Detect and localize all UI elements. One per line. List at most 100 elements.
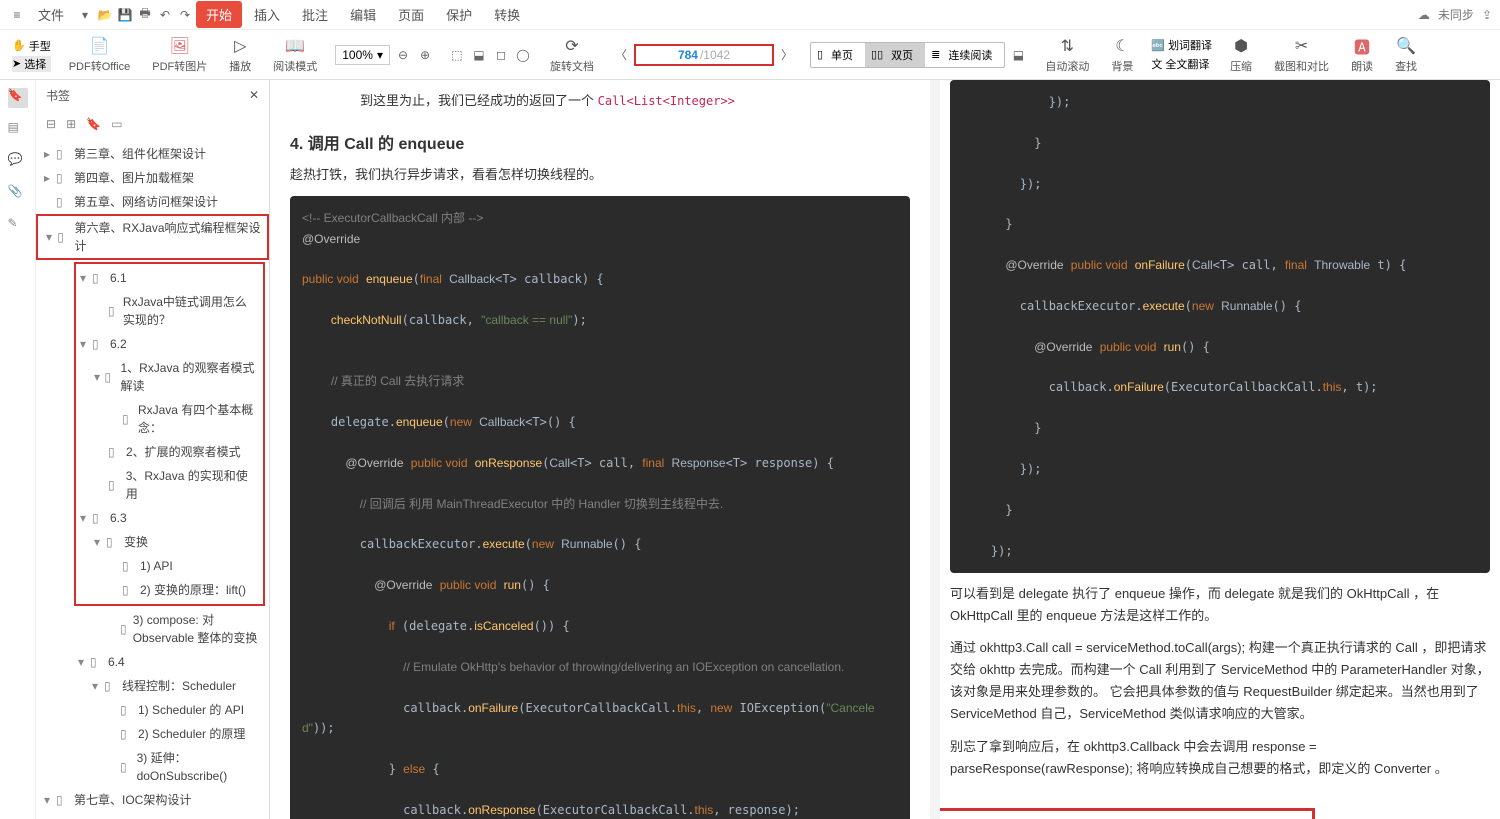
next-page-icon[interactable]: 〉 (778, 46, 796, 64)
attachment-rail-icon[interactable]: 📎 (8, 184, 28, 204)
bm-64b[interactable]: ▯1) Scheduler 的 API (36, 698, 269, 722)
comment-rail-icon[interactable]: 💬 (8, 152, 28, 172)
select-tool[interactable]: ➤ 选择 (12, 56, 51, 72)
bm-63[interactable]: ▾▯6.3 (76, 506, 263, 530)
intro-line: 到这里为止，我们已经成功的返回了一个 (360, 93, 598, 108)
bm-62a[interactable]: ▾▯1、RxJava 的观察者模式解读 (76, 356, 263, 398)
open-icon[interactable]: 📂 (96, 6, 114, 24)
code-block-right: }); } }); } @Override public void onFail… (950, 80, 1490, 573)
menu-file[interactable]: 文件 (28, 1, 74, 28)
toolbar: ✋ 手型 ➤ 选择 📄PDF转Office 🖼PDF转图片 ▷播放 📖阅读模式 … (0, 30, 1500, 80)
outline-icon[interactable]: ▭ (111, 117, 122, 131)
sign-rail-icon[interactable]: ✎ (8, 216, 28, 236)
bm-63b[interactable]: ▯1) API (76, 554, 263, 578)
menu-convert[interactable]: 转换 (484, 1, 530, 28)
code-block-left: <!-- ExecutorCallbackCall 内部 --> @Overri… (290, 196, 910, 819)
screenshot[interactable]: ✂截图和对比 (1270, 34, 1333, 76)
bm-64d[interactable]: ▯3) 延伸：doOnSubscribe() (36, 746, 269, 788)
pdf-to-image[interactable]: 🖼PDF转图片 (148, 34, 211, 76)
menu-start[interactable]: 开始 (196, 1, 242, 28)
dropdown-icon[interactable]: ▾ (76, 6, 94, 24)
bookmark-rail-icon[interactable]: 🔖 (8, 88, 28, 108)
read-aloud[interactable]: 🅰朗读 (1347, 34, 1377, 76)
actualsize-icon[interactable]: ◻ (492, 46, 510, 64)
thumbnail-rail-icon[interactable]: ▤ (8, 120, 28, 140)
bm-61[interactable]: ▾▯6.1 (76, 266, 263, 290)
page-total: /1042 (700, 48, 730, 62)
fit-width-icon[interactable]: ⬓ (470, 46, 488, 64)
chapter-title-box: 第六章、RXJava 响应式编程框架设计 (940, 808, 1315, 819)
rotate[interactable]: ⟳旋转文档 (546, 34, 598, 76)
hand-tool[interactable]: ✋ 手型 (12, 38, 51, 54)
full-translate[interactable]: 文全文翻译 (1151, 56, 1212, 72)
page-indicator[interactable]: 784 /1042 (634, 44, 774, 66)
bm-64c[interactable]: ▯2) Scheduler 的原理 (36, 722, 269, 746)
pdf-to-office[interactable]: 📄PDF转Office (65, 34, 135, 76)
hamburger-icon[interactable]: ≡ (8, 6, 26, 24)
close-bookmarks-icon[interactable]: ✕ (249, 88, 259, 102)
bm-63c[interactable]: ▯2) 变换的原理：lift() (76, 578, 263, 602)
bm-ch4[interactable]: ▸▯第四章、图片加载框架 (36, 166, 269, 190)
add-bookmark-icon[interactable]: 🔖 (86, 117, 101, 131)
right-para3: 别忘了拿到响应后，在 okhttp3.Callback 中会去调用 respon… (950, 736, 1490, 780)
zoom-in-icon[interactable]: ⊕ (416, 46, 434, 64)
print-icon[interactable]: 🖶 (136, 6, 154, 24)
bm-63a[interactable]: ▾▯变换 (76, 530, 263, 554)
bm-ch6[interactable]: ▾▯第六章、RXJava响应式编程框架设计 (36, 214, 269, 260)
collapse-all-icon[interactable]: ⊟ (46, 117, 56, 131)
bm-62b[interactable]: ▯RxJava 有四个基本概念： (76, 398, 263, 440)
compress[interactable]: ⬢压缩 (1226, 34, 1256, 76)
fit-page-icon[interactable]: ⬚ (448, 46, 466, 64)
doc-heading: 4. 调用 Call 的 enqueue (290, 130, 910, 154)
cloud-icon[interactable]: ☁ (1418, 8, 1430, 22)
doc-para1: 趁热打铁，我们执行异步请求，看看怎样切换线程的。 (290, 164, 910, 186)
read-mode[interactable]: 📖阅读模式 (269, 34, 321, 76)
intro-code: Call<List<Integer>> (598, 94, 735, 108)
page-current: 784 (678, 48, 698, 62)
menu-bar: ≡ 文件 ▾ 📂 💾 🖶 ↶ ↷ 开始 插入 批注 编辑 页面 保护 转换 ☁ … (0, 0, 1500, 30)
page-left: 到这里为止，我们已经成功的返回了一个 Call<List<Integer>> 4… (270, 80, 930, 819)
bm-71[interactable]: ▾▯7.1 (36, 812, 269, 819)
auto-scroll[interactable]: ⇅自动滚动 (1041, 34, 1093, 76)
bm-ch3[interactable]: ▸▯第三章、组件化框架设计 (36, 142, 269, 166)
bm-62c[interactable]: ▯2、扩展的观察者模式 (76, 440, 263, 464)
zoom-level[interactable]: 100% ▾ (335, 45, 390, 65)
menu-edit[interactable]: 编辑 (340, 1, 386, 28)
menu-page[interactable]: 页面 (388, 1, 434, 28)
find[interactable]: 🔍查找 (1391, 34, 1421, 76)
right-para2: 通过 okhttp3.Call call = serviceMethod.toC… (950, 637, 1490, 725)
word-translate[interactable]: 🔤划词翻译 (1151, 37, 1212, 53)
zoom-out-icon[interactable]: ⊖ (394, 46, 412, 64)
menu-protect[interactable]: 保护 (436, 1, 482, 28)
bm-62d[interactable]: ▯3、RxJava 的实现和使用 (76, 464, 263, 506)
document-content: 到这里为止，我们已经成功的返回了一个 Call<List<Integer>> 4… (270, 80, 1500, 819)
bm-62[interactable]: ▾▯6.2 (76, 332, 263, 356)
share-icon[interactable]: ⇪ (1482, 8, 1492, 22)
expand-all-icon[interactable]: ⊞ (66, 117, 76, 131)
menu-insert[interactable]: 插入 (244, 1, 290, 28)
bm-ch7[interactable]: ▾▯第七章、IOC架构设计 (36, 788, 269, 812)
bookmarks-panel: 书签 ✕ ⊟ ⊞ 🔖 ▭ ▸▯第三章、组件化框架设计 ▸▯第四章、图片加载框架 … (36, 80, 270, 819)
side-rail: 🔖 ▤ 💬 📎 ✎ (0, 80, 36, 819)
continuous-read[interactable]: ≣连续阅读 (925, 43, 1004, 67)
redo-icon[interactable]: ↷ (176, 6, 194, 24)
prev-page-icon[interactable]: 〈 (612, 46, 630, 64)
undo-icon[interactable]: ↶ (156, 6, 174, 24)
save-icon[interactable]: 💾 (116, 6, 134, 24)
background[interactable]: ☾背景 (1107, 34, 1137, 76)
layout-more-icon[interactable]: ⬓ (1009, 46, 1027, 64)
bm-63d[interactable]: ▯3) compose: 对 Observable 整体的变换 (36, 608, 269, 650)
marquee-icon[interactable]: ◯ (514, 46, 532, 64)
sync-status: 未同步 (1438, 6, 1474, 23)
single-page[interactable]: ▯单页 (811, 43, 865, 67)
bm-ch5[interactable]: ▯第五章、网络访问框架设计 (36, 190, 269, 214)
bm-64[interactable]: ▾▯6.4 (36, 650, 269, 674)
play-button[interactable]: ▷播放 (225, 34, 255, 76)
layout-toggle: ▯单页 ▯▯双页 ≣连续阅读 (810, 42, 1005, 68)
bm-61a[interactable]: ▯RxJava中链式调用怎么实现的？ (76, 290, 263, 332)
bm-64a[interactable]: ▾▯线程控制：Scheduler (36, 674, 269, 698)
right-para1: 可以看到是 delegate 执行了 enqueue 操作，而 delegate… (950, 583, 1490, 627)
menu-annotate[interactable]: 批注 (292, 1, 338, 28)
double-page[interactable]: ▯▯双页 (865, 43, 925, 67)
bookmark-tree: ▸▯第三章、组件化框架设计 ▸▯第四章、图片加载框架 ▯第五章、网络访问框架设计… (36, 138, 269, 819)
